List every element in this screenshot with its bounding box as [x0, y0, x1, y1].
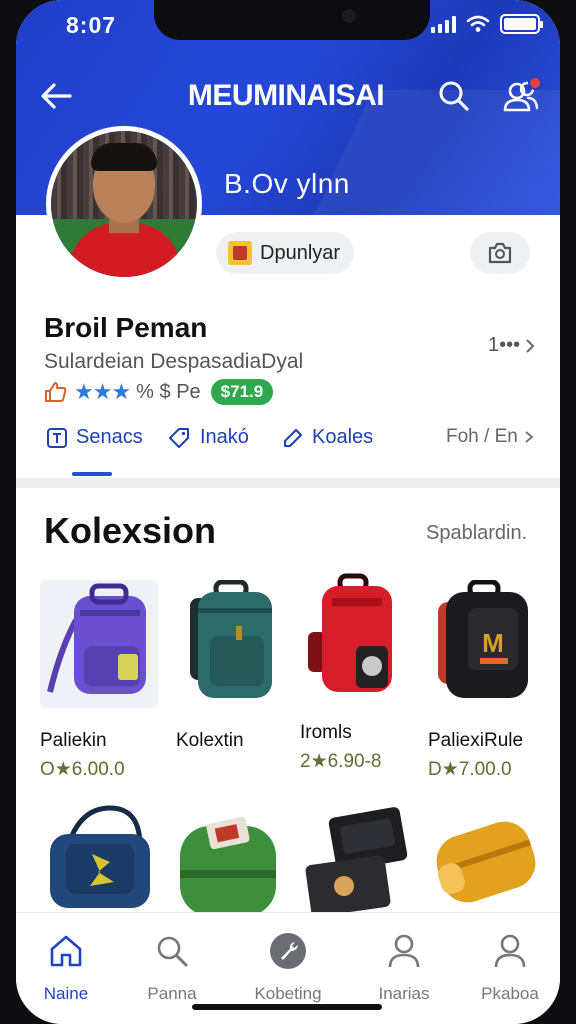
tab-more-label: Foh / En [446, 426, 518, 447]
text-box-icon [47, 427, 67, 448]
nav-center[interactable]: Kobeting [238, 931, 338, 1004]
profile-tabs: Senacs Inakó Koales Foh / En [16, 418, 560, 468]
product-card[interactable] [302, 800, 420, 928]
red-backpack-image [300, 572, 418, 700]
tab-senacs[interactable]: Senacs [46, 426, 143, 449]
arrow-left-icon [41, 83, 72, 109]
wifi-icon [466, 15, 490, 32]
product-card[interactable] [176, 800, 294, 928]
product-card[interactable] [40, 800, 158, 928]
home-icon [50, 935, 82, 967]
tag-icon [169, 427, 189, 448]
purple-backpack-image [40, 580, 158, 708]
tab-more[interactable]: Foh / En [446, 426, 534, 448]
product-card[interactable]: Kolextin [176, 579, 294, 752]
status-time: 8:07 [66, 12, 117, 38]
collection-see-all-link[interactable]: Spablardin. [426, 522, 527, 545]
nav-label: Pkaboa [481, 984, 539, 1003]
product-price: D★7.00.0 [428, 759, 512, 780]
shop-title: Broil Peman [44, 312, 208, 343]
tab-koales[interactable]: Koales [282, 426, 373, 449]
camera-button[interactable] [470, 232, 530, 274]
profile-avatar[interactable] [46, 126, 202, 282]
product-card[interactable]: Iromls 2★6.90-8 [300, 572, 418, 773]
notch [154, 0, 430, 40]
tab-inako[interactable]: Inakó [168, 426, 249, 449]
follow-badge-button[interactable]: Dpunlyar [216, 232, 355, 274]
app-screen: 8:07 MEUMINAISAI B.Ov ylnn Dpunlyar Broi… [16, 0, 560, 1024]
product-name: Kolextin [176, 730, 244, 751]
back-button[interactable] [36, 76, 76, 116]
home-indicator [192, 1004, 382, 1010]
more-button[interactable]: 1••• [488, 334, 536, 357]
shop-subtitle: Sulardeian DespasadiaDyal [44, 350, 304, 373]
nav-profile[interactable]: Pkaboa [460, 931, 560, 1004]
black-wallet-image [302, 800, 420, 928]
product-card[interactable]: Paliekin O★6.00.0 [40, 580, 158, 781]
search-icon [439, 81, 469, 111]
chevron-right-icon [525, 431, 534, 443]
more-label: 1••• [488, 334, 521, 356]
account-button[interactable] [500, 76, 542, 118]
product-name: PaliexiRule [428, 730, 524, 751]
app-title: MEUMINAISAI [187, 79, 385, 112]
nav-label: Naine [43, 984, 89, 1003]
active-tab-indicator [72, 472, 112, 476]
thumbs-up-icon [45, 382, 67, 402]
collection-title: Kolexsion [44, 510, 217, 551]
nav-people[interactable]: Inarias [354, 931, 454, 1004]
tab-label: Inakó [200, 426, 249, 448]
tab-label: Senacs [76, 426, 143, 448]
front-camera [342, 9, 356, 23]
battery-icon [500, 14, 543, 34]
camera-icon [488, 242, 512, 264]
notification-dot [528, 76, 542, 90]
teal-backpack-image [176, 579, 294, 708]
search-icon [157, 936, 188, 967]
section-divider [16, 478, 560, 488]
nav-label: Panna [147, 984, 197, 1003]
svg-text:M: M [482, 628, 504, 658]
nav-home[interactable]: Naine [16, 931, 116, 1004]
rating-stars: ★★★ [74, 379, 131, 404]
green-pouch-image [176, 800, 294, 928]
product-card[interactable]: M PaliexiRule D★7.00.0 [428, 579, 546, 781]
price-tag: $71.9 [210, 379, 274, 405]
edit-icon [284, 428, 302, 447]
black-backpack-image: M [428, 579, 546, 708]
signal-icon [431, 15, 456, 33]
club-badge-icon [228, 241, 252, 265]
product-name: Paliekin [40, 730, 107, 751]
profile-name: B.Ov ylnn [224, 168, 350, 199]
person-icon [388, 934, 420, 968]
wrench-circle-icon [270, 933, 306, 969]
badge-label: Dpunlyar [260, 241, 341, 264]
phone-frame: 8:07 MEUMINAISAI B.Ov ylnn Dpunlyar Broi… [0, 0, 576, 1024]
tab-label: Koales [312, 426, 374, 448]
rating-text: % $ Pe [136, 380, 201, 403]
status-icons [431, 14, 543, 34]
chevron-right-icon [526, 338, 535, 353]
nav-label: Kobeting [254, 984, 322, 1003]
product-card[interactable] [430, 800, 548, 928]
nav-search[interactable]: Panna [122, 931, 222, 1004]
product-price: O★6.00.0 [40, 759, 125, 780]
nav-label: Inarias [378, 984, 430, 1003]
profile-icon [494, 934, 526, 968]
rating-row: ★★★ % $ Pe $71.9 [44, 378, 274, 406]
product-name: Iromls [300, 722, 352, 743]
top-app-bar: MEUMINAISAI [16, 70, 560, 120]
gold-pencil-case-image [430, 800, 548, 928]
product-price: 2★6.90-8 [300, 751, 382, 772]
search-button[interactable] [434, 76, 474, 116]
navy-bag-image [40, 800, 158, 928]
